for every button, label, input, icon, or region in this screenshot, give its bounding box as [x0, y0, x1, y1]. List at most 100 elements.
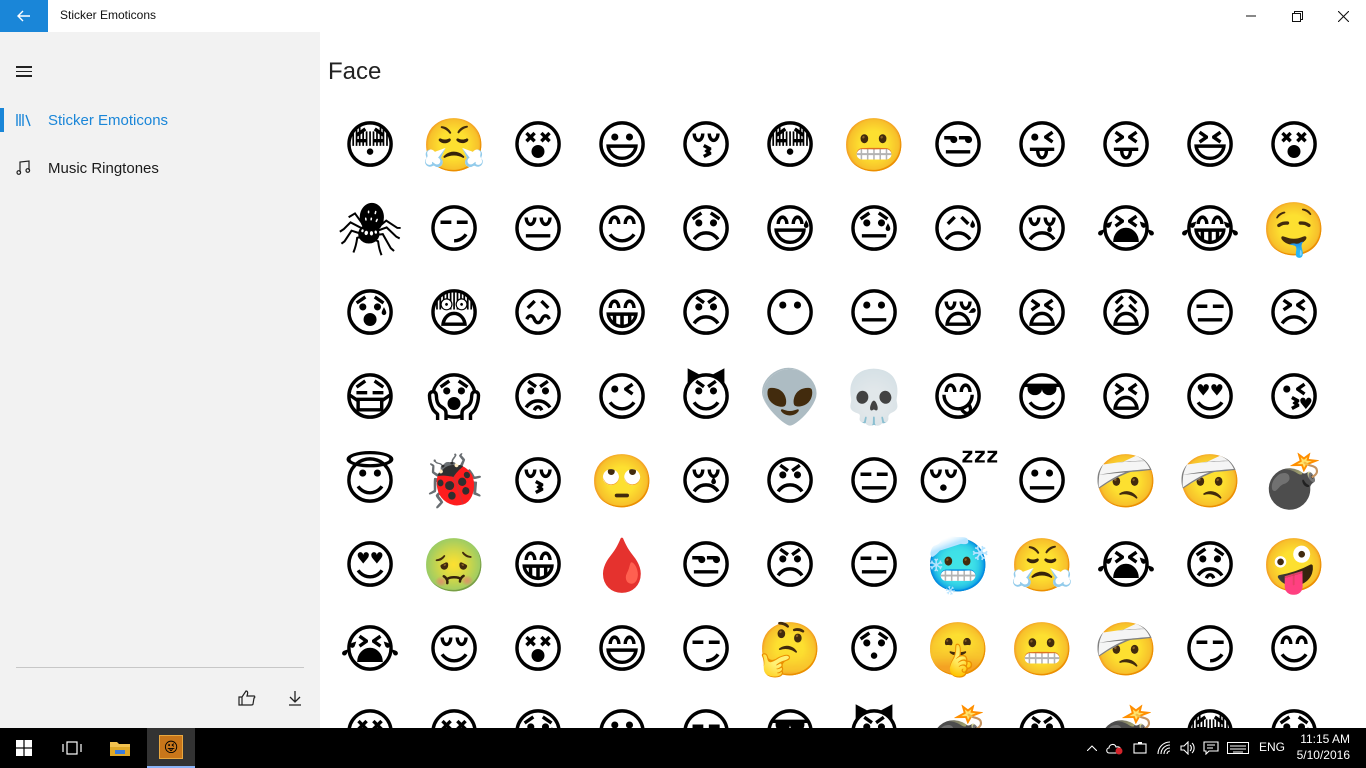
file-explorer-button[interactable] — [96, 728, 144, 768]
emoticon-tile[interactable]: 😎 — [748, 692, 832, 728]
emoticon-tile[interactable]: 😏 — [664, 608, 748, 692]
emoticon-tile[interactable]: 😓 — [832, 188, 916, 272]
emoticon-tile[interactable]: 😃 — [580, 692, 664, 728]
emoticon-tile[interactable]: 😒 — [664, 524, 748, 608]
emoticon-tile[interactable]: 😈 — [664, 356, 748, 440]
show-hidden-icons-button[interactable] — [1082, 728, 1102, 768]
emoticon-tile[interactable]: 🤔 — [748, 608, 832, 692]
emoticon-tile[interactable]: 😄 — [580, 608, 664, 692]
emoticon-tile[interactable]: 😊 — [1252, 608, 1336, 692]
emoticon-tile[interactable]: 😬 — [1000, 608, 1084, 692]
emoticon-tile[interactable]: 😵 — [496, 104, 580, 188]
emoticon-tile[interactable]: 🐞 — [412, 440, 496, 524]
emoticon-tile[interactable]: 😪 — [916, 272, 1000, 356]
emoticon-tile[interactable]: 😝 — [1084, 104, 1168, 188]
like-button[interactable] — [231, 682, 263, 714]
emoticon-tile[interactable]: 😰 — [496, 692, 580, 728]
download-button[interactable] — [279, 682, 311, 714]
emoticon-tile[interactable]: 😠 — [1000, 692, 1084, 728]
emoticon-tile[interactable]: 🤕 — [1168, 440, 1252, 524]
emoticon-tile[interactable]: 😍 — [1168, 356, 1252, 440]
emoticon-tile[interactable]: 🕷 — [328, 188, 412, 272]
emoticon-tile[interactable]: 😔 — [496, 188, 580, 272]
emoticon-tile[interactable]: 😫 — [1000, 272, 1084, 356]
emoticon-tile[interactable]: 😏 — [412, 188, 496, 272]
hamburger-menu-button[interactable] — [16, 66, 32, 78]
emoticon-tile[interactable]: 😵 — [1252, 104, 1336, 188]
emoticon-tile[interactable]: 🤪 — [1252, 524, 1336, 608]
emoticon-tile[interactable]: 😱 — [412, 356, 496, 440]
emoticon-tile[interactable]: 😊 — [580, 188, 664, 272]
emoticon-tile[interactable]: 🥶 — [916, 524, 1000, 608]
emoticon-tile[interactable]: 💣 — [916, 692, 1000, 728]
emoticon-tile[interactable]: 💣 — [1252, 440, 1336, 524]
task-view-button[interactable] — [48, 728, 96, 768]
restore-button[interactable] — [1274, 0, 1320, 32]
emoticon-tile[interactable]: 😈 — [832, 692, 916, 728]
emoticon-tile[interactable]: 😐 — [832, 272, 916, 356]
emoticon-tile[interactable]: 🤕 — [1084, 440, 1168, 524]
emoticon-tile[interactable]: 😚 — [664, 104, 748, 188]
emoticon-tile[interactable]: 🤤 — [1252, 188, 1336, 272]
emoticon-tile[interactable]: 😳 — [1168, 692, 1252, 728]
emoticon-tile[interactable]: 😁 — [580, 272, 664, 356]
emoticon-tile[interactable]: 😠 — [748, 524, 832, 608]
emoticon-tile[interactable]: 😐 — [1000, 440, 1084, 524]
emoticon-tile[interactable]: 😵 — [496, 608, 580, 692]
emoticon-tile[interactable]: 😁 — [496, 524, 580, 608]
emoticon-tile[interactable]: 😒 — [916, 104, 1000, 188]
emoticon-tile[interactable]: 😌 — [412, 608, 496, 692]
emoticon-tile[interactable]: 😤 — [1000, 524, 1084, 608]
start-button[interactable] — [0, 728, 48, 768]
emoticon-tile[interactable]: 😟 — [1168, 524, 1252, 608]
emoticon-tile[interactable]: 😩 — [1084, 272, 1168, 356]
emoticon-tile[interactable]: 😰 — [1252, 692, 1336, 728]
emoticon-tile[interactable]: 😭 — [1084, 188, 1168, 272]
emoticon-tile[interactable]: 😑 — [832, 524, 916, 608]
emoticon-tile[interactable]: 😶 — [748, 272, 832, 356]
emoticon-tile[interactable]: 😨 — [412, 272, 496, 356]
minimize-button[interactable] — [1228, 0, 1274, 32]
emoticon-tile[interactable]: 😍 — [328, 524, 412, 608]
emoticon-tile[interactable]: 😵 — [328, 692, 412, 728]
emoticon-tile[interactable]: 😡 — [496, 356, 580, 440]
emoticon-tile[interactable]: 😘 — [1252, 356, 1336, 440]
emoticon-tile[interactable]: 😭 — [1084, 524, 1168, 608]
action-center-button[interactable] — [1199, 728, 1223, 768]
tray-app-icon[interactable] — [1103, 728, 1127, 768]
emoticon-tile[interactable]: 😵 — [412, 692, 496, 728]
emoticon-tile[interactable]: 😢 — [1000, 188, 1084, 272]
emoticon-tile[interactable]: 😢 — [664, 440, 748, 524]
emoticon-tile[interactable]: 😣 — [1252, 272, 1336, 356]
emoticon-tile[interactable]: 😚 — [496, 440, 580, 524]
sidebar-item-sticker-emoticons[interactable]: Sticker Emoticons — [0, 96, 320, 144]
emoticon-tile[interactable]: 🙄 — [580, 440, 664, 524]
emoticon-tile[interactable]: 😠 — [664, 272, 748, 356]
emoticon-tile[interactable]: 😑 — [832, 440, 916, 524]
emoticon-tile[interactable]: 😅 — [748, 188, 832, 272]
emoticon-tile[interactable]: 😋 — [916, 356, 1000, 440]
emoticon-tile[interactable]: 😭 — [328, 608, 412, 692]
emoticon-tile[interactable]: 😫 — [1084, 356, 1168, 440]
sidebar-item-music-ringtones[interactable]: Music Ringtones — [0, 144, 320, 192]
close-button[interactable] — [1320, 0, 1366, 32]
emoticon-tile[interactable]: 🩸 — [580, 524, 664, 608]
emoticon-tile[interactable]: 😥 — [916, 188, 1000, 272]
touch-keyboard-button[interactable] — [1224, 728, 1252, 768]
emoticon-tile[interactable]: 😞 — [664, 188, 748, 272]
emoticon-tile[interactable]: 😏 — [664, 692, 748, 728]
emoticon-tile[interactable]: 💣 — [1084, 692, 1168, 728]
emoticon-tile[interactable]: 😬 — [832, 104, 916, 188]
emoticon-tile[interactable]: 😴 — [916, 440, 1000, 524]
emoticon-tile[interactable]: 😎 — [1000, 356, 1084, 440]
emoticon-tile[interactable]: 😇 — [328, 440, 412, 524]
emoticon-tile[interactable]: 🤫 — [916, 608, 1000, 692]
emoticon-tile[interactable]: 😠 — [748, 440, 832, 524]
emoticon-tile[interactable]: 😃 — [580, 104, 664, 188]
emoticon-tile[interactable]: 😳 — [328, 104, 412, 188]
volume-button[interactable] — [1176, 728, 1200, 768]
emoticon-tile[interactable]: 💀 — [832, 356, 916, 440]
emoticon-tile[interactable]: 😤 — [412, 104, 496, 188]
clock[interactable]: 11:15 AM 5/10/2016 — [1297, 731, 1350, 763]
emoticon-tile[interactable]: 👽 — [748, 356, 832, 440]
